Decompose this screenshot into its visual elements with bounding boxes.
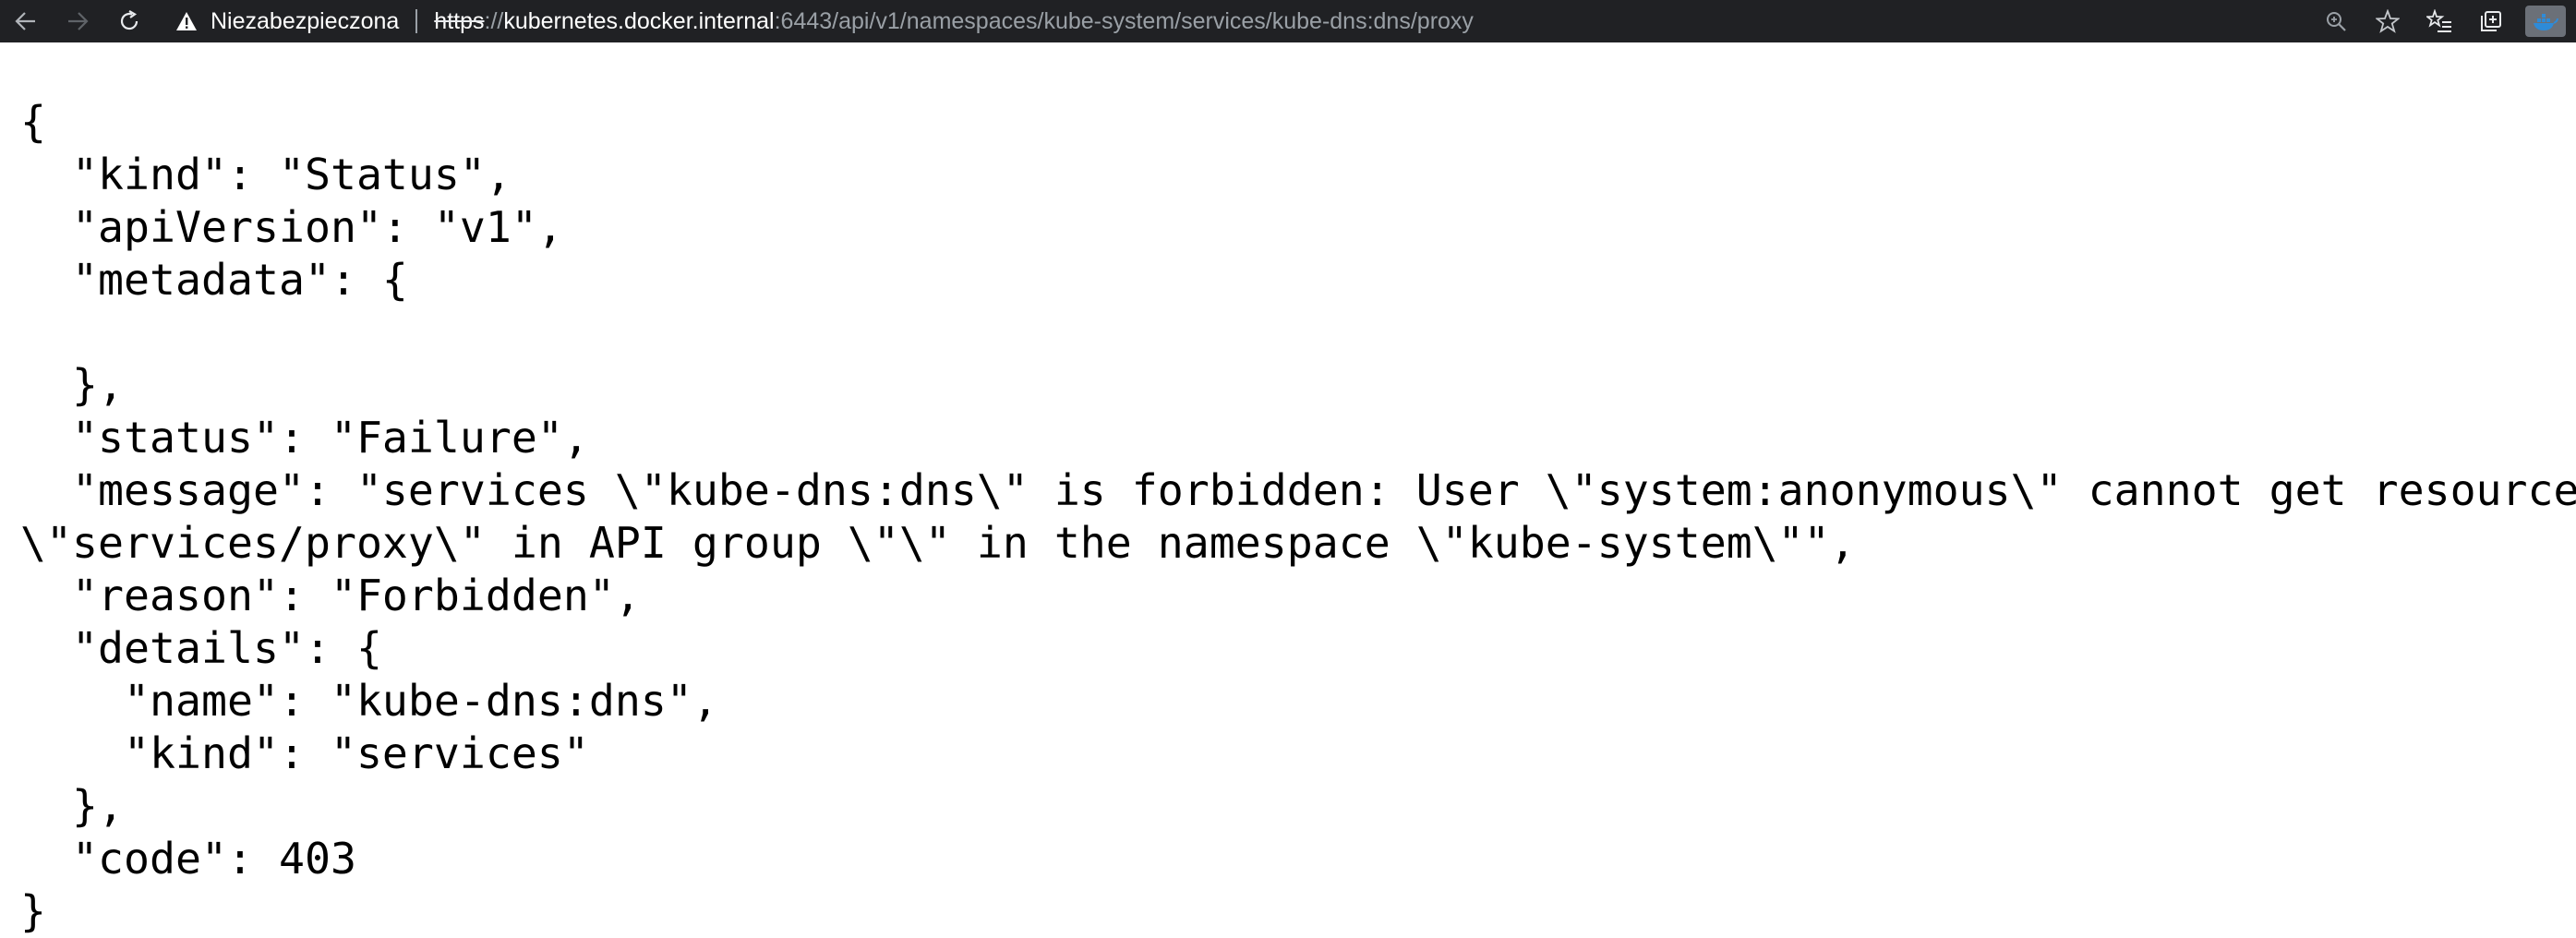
- security-status-label[interactable]: Niezabezpieczona: [211, 8, 399, 35]
- collections-icon: [2481, 11, 2501, 31]
- json-line: },: [20, 781, 124, 831]
- url-scheme: https: [434, 7, 485, 34]
- profile-button[interactable]: [2517, 0, 2569, 42]
- json-line: "message": "services \"kube-dns:dns\" is…: [20, 465, 2576, 515]
- json-line: },: [20, 360, 124, 410]
- refresh-icon: [120, 10, 138, 30]
- profile-avatar-icon: [2525, 6, 2566, 37]
- zoom-icon: [2327, 12, 2346, 31]
- arrow-right-icon: [68, 12, 89, 30]
- url-path: :6443/api/v1/namespaces/kube-system/serv…: [774, 7, 1474, 34]
- json-line: {: [20, 97, 46, 147]
- json-line: "reason": "Forbidden",: [20, 571, 641, 620]
- json-line: "metadata": {: [20, 255, 408, 305]
- arrow-left-icon: [15, 12, 35, 30]
- json-line: "name": "kube-dns:dns",: [20, 676, 718, 726]
- collections-button[interactable]: [2465, 0, 2517, 42]
- json-line: }: [20, 886, 46, 936]
- refresh-button[interactable]: [103, 0, 155, 42]
- forward-button[interactable]: [52, 0, 103, 42]
- json-line: "kind": "Status",: [20, 150, 512, 199]
- url-host: kubernetes.docker.internal: [503, 7, 775, 34]
- back-button[interactable]: [0, 0, 52, 42]
- json-line: "code": 403: [20, 834, 356, 884]
- json-line: "kind": "services": [20, 728, 589, 778]
- address-bar[interactable]: Niezabezpieczona https://kubernetes.dock…: [175, 0, 2310, 42]
- toolbar-actions: [2310, 0, 2569, 42]
- json-response: { "kind": "Status", "apiVersion": "v1", …: [20, 96, 2576, 938]
- json-line: "apiVersion": "v1",: [20, 202, 563, 252]
- json-line: "status": "Failure",: [20, 413, 589, 463]
- star-icon: [2376, 9, 2400, 33]
- address-divider: [415, 9, 418, 33]
- add-favorite-button[interactable]: [2362, 0, 2413, 42]
- zoom-button[interactable]: [2310, 0, 2362, 42]
- json-line: \"services/proxy\" in API group \"\" in …: [20, 518, 1856, 568]
- favorites-button[interactable]: [2413, 0, 2465, 42]
- json-line: "details": {: [20, 623, 382, 673]
- favorites-list-icon: [2426, 9, 2451, 32]
- warning-triangle-icon[interactable]: [175, 11, 198, 31]
- url-slashes: ://: [484, 7, 504, 34]
- browser-toolbar: Niezabezpieczona https://kubernetes.dock…: [0, 0, 2576, 42]
- json-line: [20, 307, 2550, 359]
